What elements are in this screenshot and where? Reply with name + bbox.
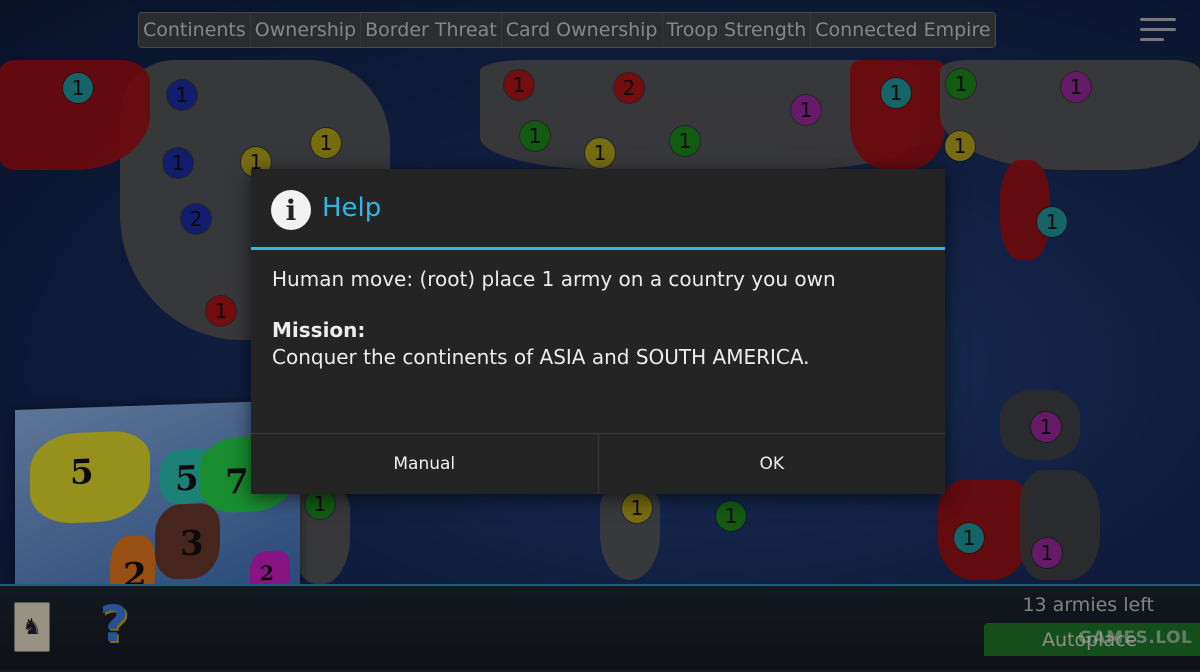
dialog-buttons: Manual OK — [251, 433, 945, 494]
manual-button[interactable]: Manual — [251, 434, 598, 494]
dialog-header: i Help — [251, 169, 945, 250]
dialog-title: Help — [322, 193, 382, 223]
mission-text: Conquer the continents of ASIA and SOUTH… — [272, 345, 810, 369]
dialog-message: Human move: (root) place 1 army on a cou… — [272, 267, 836, 291]
mission-label: Mission: — [272, 318, 366, 342]
help-dialog: i Help Human move: (root) place 1 army o… — [251, 169, 945, 494]
info-icon: i — [271, 190, 311, 230]
ok-button[interactable]: OK — [597, 434, 945, 494]
dialog-body: Human move: (root) place 1 army on a cou… — [251, 250, 945, 432]
